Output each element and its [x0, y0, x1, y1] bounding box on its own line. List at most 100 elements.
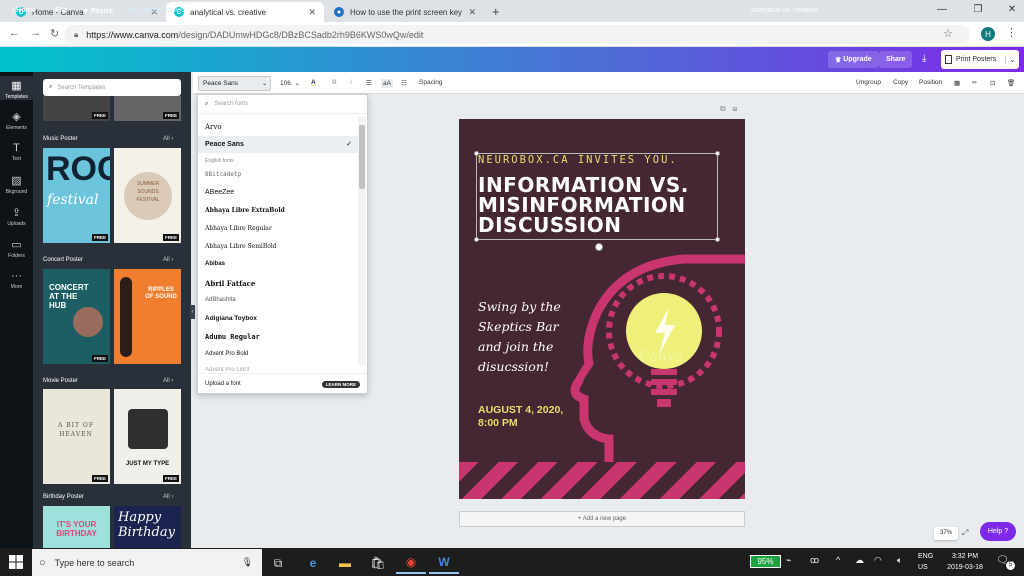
close-icon[interactable]: ✕ [468, 7, 476, 18]
font-option[interactable]: AdBhashita [205, 297, 236, 303]
scrollbar-thumb[interactable] [359, 125, 365, 189]
close-icon[interactable]: ✕ [308, 7, 316, 18]
collapse-panel-button[interactable]: ‹ [190, 305, 195, 319]
font-family-select[interactable]: Peace Sans ⌄ [198, 76, 271, 91]
chrome-icon[interactable]: ◉ [396, 552, 426, 574]
font-option[interactable]: Abhaya Libre ExtraBold [205, 207, 285, 214]
edge-icon[interactable]: e [298, 552, 328, 574]
microphone-icon[interactable]: 🎙︎ [242, 557, 253, 568]
design-title[interactable]: analytical vs. creative [751, 7, 818, 14]
copy-page-icon[interactable]: ⧉ [720, 104, 726, 113]
font-option[interactable]: Abril Fatface [205, 279, 255, 288]
resize-button[interactable]: ✦ Resize [83, 7, 113, 15]
resize-handle[interactable] [715, 237, 720, 242]
forward-icon[interactable]: → [30, 27, 41, 39]
font-option-arvo[interactable]: Arvo [205, 123, 222, 131]
font-size-select[interactable]: 106. ⌄ [280, 79, 300, 87]
template-thumb[interactable]: FREE [114, 96, 181, 121]
rail-uploads[interactable]: ⇪ Uploads [0, 206, 33, 227]
font-option[interactable]: Abhaya Libre SemiBold [205, 243, 277, 250]
word-icon[interactable]: W [429, 552, 459, 574]
new-tab-button[interactable]: + [492, 4, 500, 19]
font-option[interactable]: ABeeZee [205, 189, 234, 196]
file-explorer-icon[interactable]: ▬ [330, 552, 360, 574]
see-all-link[interactable]: All › [163, 136, 173, 142]
volume-icon[interactable]: 🔈︎ [897, 555, 902, 566]
cloud-icon[interactable]: ☁ [855, 555, 864, 566]
see-all-link[interactable]: All › [163, 257, 173, 263]
back-icon[interactable]: ← [9, 27, 20, 39]
taskbar-search[interactable]: ○ Type here to search 🎙︎ [32, 549, 262, 576]
font-search-input[interactable]: ⌕ Search fonts [198, 95, 367, 114]
rail-background[interactable]: ▨ Bkground [0, 174, 33, 195]
text-color-button[interactable]: A [311, 79, 316, 86]
language-indicator[interactable]: ENG US [918, 551, 933, 573]
task-view-icon[interactable]: ⧉ [263, 552, 293, 574]
transparency-icon[interactable]: ▩ [954, 79, 960, 87]
fullscreen-icon[interactable]: ⤢ [962, 528, 968, 538]
help-button[interactable]: Help ? [980, 522, 1016, 541]
system-clock[interactable]: 3:32 PM 2019-03-18 [943, 551, 987, 573]
poster-canvas[interactable]: Canva NEUROBOX.CA INVITES YOU. INFORMATI… [459, 119, 745, 499]
template-thumb-happy-birthday[interactable]: Happy Birthday [114, 506, 181, 548]
upgrade-button[interactable]: ♛ Upgrade [828, 51, 879, 68]
download-icon[interactable]: ⤓ [922, 53, 926, 64]
font-option[interactable]: Advent Pro Bold [205, 351, 248, 357]
ungroup-button[interactable]: Ungroup [856, 79, 881, 86]
font-option[interactable]: Adumu Regular [205, 333, 260, 341]
close-window-button[interactable]: ✕ [1002, 4, 1022, 15]
font-option[interactable]: 8Bitcadetp [205, 171, 241, 178]
rail-text[interactable]: T Text [0, 142, 33, 162]
template-thumb-concert-hub[interactable]: CONCERT AT THE HUB FREE [43, 269, 110, 364]
store-icon[interactable]: 🛍︎ [363, 552, 393, 574]
trash-icon[interactable]: 🗑︎ [1007, 79, 1015, 87]
spacing-button[interactable]: Spacing [419, 79, 443, 86]
font-option[interactable]: Abhaya Libre Regular [205, 225, 272, 232]
font-option-peace-sans[interactable]: Peace Sans ✓ [198, 136, 358, 153]
tab-analytical-vs-creative[interactable]: C analytical vs. creative ✕ [166, 2, 324, 22]
position-button[interactable]: Position [919, 79, 942, 86]
template-thumb-bit-of-heaven[interactable]: A BIT OF HEAVEN FREE [43, 389, 110, 484]
upload-font-link[interactable]: Upload a font [205, 381, 241, 387]
link-icon[interactable]: ∞ [972, 79, 977, 86]
copy-button[interactable]: Copy [893, 79, 908, 86]
template-thumb-just-my-type[interactable]: JUST MY TYPE FREE [114, 389, 181, 484]
see-all-link[interactable]: All › [163, 378, 173, 384]
font-option[interactable]: Abibas [205, 261, 225, 267]
see-all-link[interactable]: All › [163, 494, 173, 500]
template-thumb[interactable]: FREE [43, 96, 110, 121]
wifi-icon[interactable]: ◠ [874, 555, 882, 566]
lock-icon[interactable]: ⊡ [990, 79, 995, 87]
italic-button[interactable]: I [350, 79, 352, 86]
font-option[interactable]: Advent Pro Light [205, 367, 249, 371]
font-option[interactable]: Adigiana Toybox [205, 315, 257, 322]
print-posters-button[interactable]: Print Posters ⌄ [941, 50, 1019, 69]
windows-start-icon[interactable] [9, 555, 23, 569]
minimize-button[interactable]: — [932, 4, 952, 15]
resize-handle[interactable] [715, 151, 720, 156]
rail-templates[interactable]: ▦ Templates [0, 76, 33, 100]
file-menu-button[interactable]: File [55, 7, 67, 14]
poster-body-text[interactable]: Swing by the Skeptics Bar and join the d… [478, 297, 561, 377]
learn-more-badge[interactable]: LEARN MORE [321, 380, 360, 388]
template-thumb-rock-festival[interactable]: ROCK festival FREE [43, 148, 110, 243]
profile-avatar[interactable]: H [981, 27, 995, 41]
bookmark-star-icon[interactable]: ☆ [943, 27, 953, 40]
template-search-input[interactable]: ⌕ Search Templates [43, 79, 181, 96]
reload-icon[interactable]: ↻ [50, 27, 59, 40]
template-thumb-its-your-birthday[interactable]: IT'S YOUR BIRTHDAY [43, 506, 110, 548]
maximize-button[interactable]: ❐ [968, 4, 988, 15]
rail-more[interactable]: ··· More [0, 270, 33, 290]
add-page-button[interactable]: + Add a new page [459, 511, 745, 527]
new-page-icon[interactable]: ⊞ [732, 104, 737, 113]
rail-elements[interactable]: ◈ Elements [0, 110, 33, 131]
template-thumb-ripples[interactable]: RIPPLES OF SOUND [114, 269, 181, 364]
resize-handle[interactable] [474, 237, 479, 242]
list-icon[interactable]: ☷ [401, 79, 407, 87]
tab-print-screen[interactable]: ● How to use the print screen key ( ✕ [326, 2, 484, 22]
poster-invite-text[interactable]: NEUROBOX.CA INVITES YOU. [478, 154, 678, 166]
rail-folders[interactable]: ▭ Folders [0, 238, 33, 259]
poster-headline[interactable]: INFORMATION VS. MISINFORMATION DISCUSSIO… [478, 175, 728, 235]
chevron-down-icon[interactable]: ⌄ [1005, 55, 1019, 64]
bold-button[interactable]: B [332, 79, 337, 86]
